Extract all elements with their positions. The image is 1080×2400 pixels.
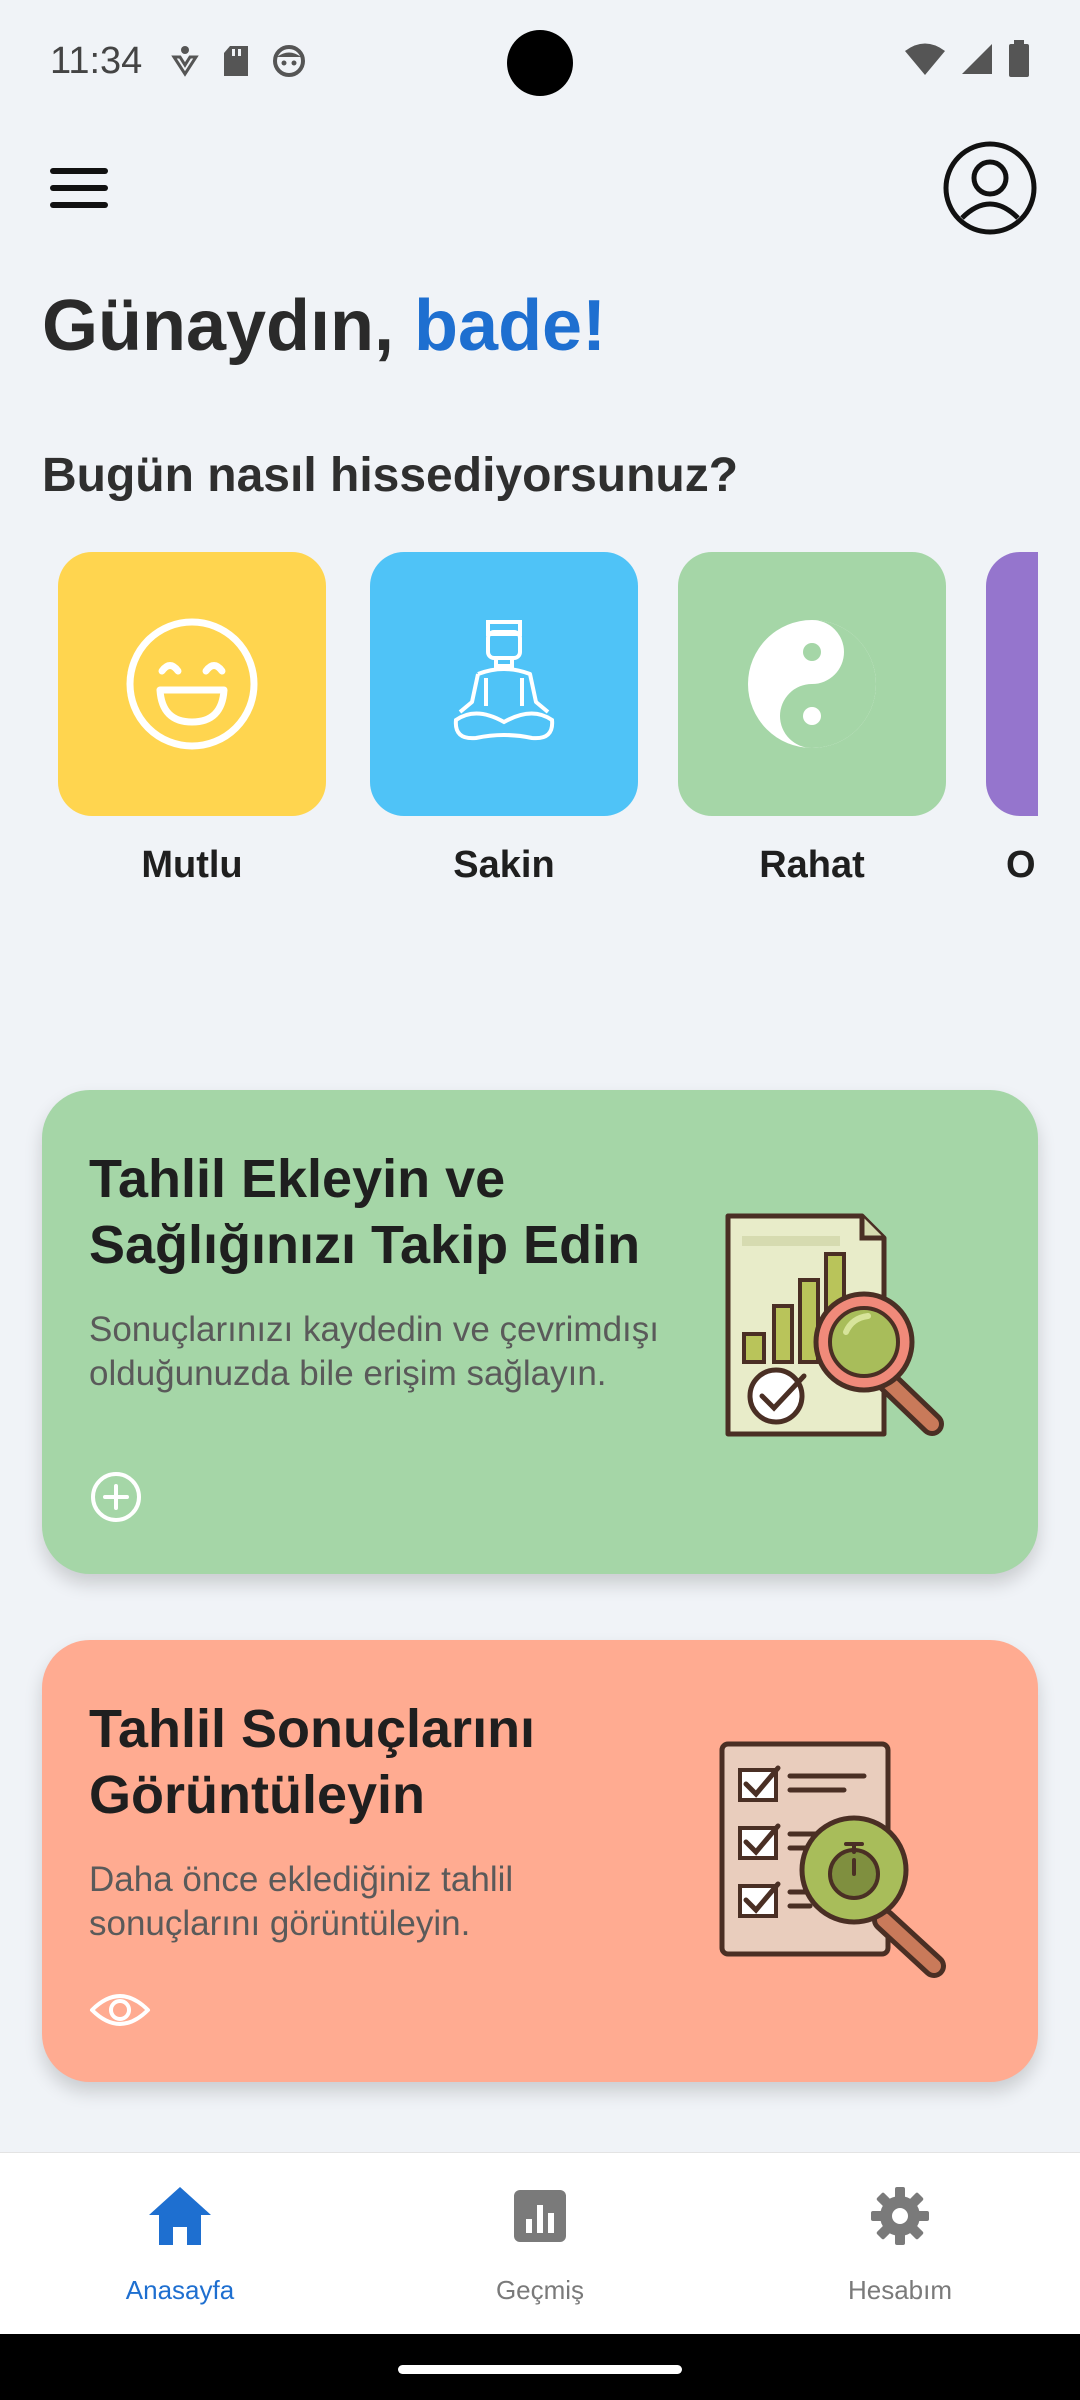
account-circle-icon[interactable] (942, 140, 1038, 236)
nav-item-hesabim[interactable]: Hesabım (720, 2153, 1080, 2335)
card-title: Tahlil Sonuçlarını Görüntüleyin (89, 1699, 536, 1825)
mood-question: Bugün nasıl hissediyorsunuz? (42, 449, 739, 502)
yin-yang-icon (748, 620, 876, 748)
meditation-icon (453, 620, 555, 741)
laughing-face-icon (126, 618, 258, 750)
checklist-magnifier-icon (714, 1740, 954, 1985)
greeting-prefix: Günaydın, (42, 286, 395, 366)
bottom-navigation: Anasayfa Geçmiş Hesabım (0, 2152, 1080, 2335)
report-magnifier-icon (722, 1210, 962, 1455)
home-icon (149, 2187, 211, 2245)
nav-item-anasayfa[interactable]: Anasayfa (0, 2153, 360, 2335)
mood-tile[interactable] (678, 552, 946, 816)
settings-gear-icon (871, 2187, 929, 2245)
status-icons-right (904, 40, 1030, 78)
nav-label: Anasayfa (125, 2275, 235, 2305)
mood-item-sakin[interactable]: Sakin (370, 552, 638, 887)
nav-item-gecmis[interactable]: Geçmiş (360, 2153, 720, 2335)
mood-item-mutlu[interactable]: Mutlu (58, 552, 326, 887)
status-bar: 11:34 (0, 0, 1080, 128)
mood-tile[interactable] (370, 552, 638, 816)
camera-cutout (507, 30, 573, 96)
add-test-card[interactable]: Tahlil Ekleyin ve Sağlığınızı Takip Edin… (42, 1090, 1038, 1574)
greeting: Günaydın, bade! (42, 285, 606, 367)
mood-item-partial[interactable]: O (986, 552, 1038, 887)
mood-tile[interactable] (986, 552, 1038, 816)
card-title: Tahlil Ekleyin ve Sağlığınızı Takip Edin (89, 1149, 641, 1275)
card-description: Sonuçlarınızı kaydedin ve çevrimdışı old… (89, 1310, 659, 1393)
status-icons-left (170, 44, 306, 78)
face-icon (273, 45, 305, 77)
mood-label: O (1006, 844, 1036, 886)
nav-label: Geçmiş (495, 2275, 585, 2305)
battery-icon (1009, 40, 1029, 77)
card-description: Daha önce eklediğiniz tahlil sonuçlarını… (89, 1860, 514, 1943)
status-time: 11:34 (50, 40, 143, 82)
wifi-icon (905, 43, 945, 75)
mood-carousel[interactable]: Mutlu Sakin Rahat O (0, 552, 1038, 902)
mood-label: Sakin (453, 844, 555, 886)
hamburger-menu-icon[interactable] (50, 168, 108, 212)
mood-tile[interactable] (58, 552, 326, 816)
eye-icon[interactable] (89, 1988, 151, 2037)
nav-label: Hesabım (847, 2275, 953, 2305)
mood-label: Rahat (759, 844, 865, 886)
greeting-username: bade! (414, 286, 607, 366)
bar-chart-icon (514, 2190, 566, 2242)
sd-card-icon (224, 46, 248, 76)
signal-icon (962, 44, 992, 74)
mood-label: Mutlu (141, 844, 243, 886)
home-gesture-handle[interactable] (398, 2365, 682, 2374)
view-results-card[interactable]: Tahlil Sonuçlarını Görüntüleyin Daha önc… (42, 1640, 1038, 2082)
add-circle-icon[interactable] (89, 1470, 143, 1529)
mood-item-rahat[interactable]: Rahat (678, 552, 946, 887)
accessibility-icon (171, 46, 199, 77)
